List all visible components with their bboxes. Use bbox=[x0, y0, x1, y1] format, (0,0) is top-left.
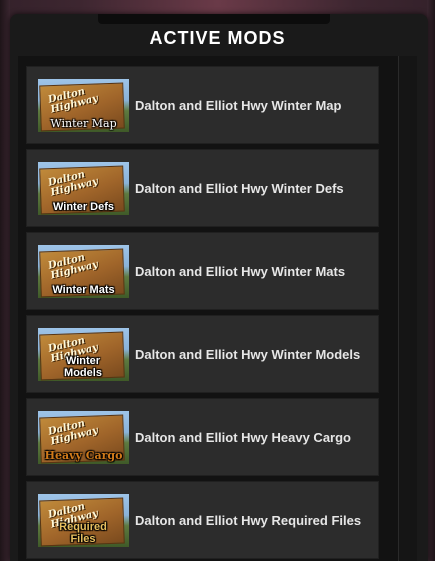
panel-top-tab bbox=[98, 14, 330, 24]
mod-name: Dalton and Elliot Hwy Winter Models bbox=[135, 347, 361, 362]
mod-name: Dalton and Elliot Hwy Heavy Cargo bbox=[135, 430, 351, 445]
thumbnail-caption: Winter Defs bbox=[52, 201, 115, 213]
mod-thumbnail: Dalton Highway Required Files bbox=[38, 494, 129, 547]
mod-name: Dalton and Elliot Hwy Winter Mats bbox=[135, 264, 346, 279]
mod-item[interactable]: Dalton Highway Heavy Cargo Dalton and El… bbox=[26, 398, 379, 476]
sign-text: Dalton Highway bbox=[47, 418, 100, 448]
mod-item[interactable]: Dalton Highway Winter Mats Dalton and El… bbox=[26, 232, 379, 310]
mod-item[interactable]: Dalton Highway Winter Map Dalton and Ell… bbox=[26, 66, 379, 144]
mod-item[interactable]: Dalton Highway Required Files Dalton and… bbox=[26, 481, 379, 559]
panel-title: ACTIVE MODS bbox=[149, 28, 286, 48]
mod-item[interactable]: Dalton Highway Winter Defs Dalton and El… bbox=[26, 149, 379, 227]
mod-name: Dalton and Elliot Hwy Required Files bbox=[135, 513, 362, 528]
thumbnail-caption: Winter Models bbox=[64, 355, 102, 379]
background-right-edge bbox=[427, 0, 435, 561]
sign-text: Dalton Highway bbox=[47, 169, 100, 199]
mods-list[interactable]: Dalton Highway Winter Map Dalton and Ell… bbox=[18, 56, 398, 561]
mod-item[interactable]: Dalton Highway Winter Models Dalton and … bbox=[26, 315, 379, 393]
mod-thumbnail: Dalton Highway Winter Defs bbox=[38, 162, 129, 215]
mod-thumbnail: Dalton Highway Winter Map bbox=[38, 79, 129, 132]
mod-name: Dalton and Elliot Hwy Winter Defs bbox=[135, 181, 344, 196]
background-left-edge bbox=[0, 0, 10, 561]
mod-thumbnail: Dalton Highway Heavy Cargo bbox=[38, 411, 129, 464]
mod-thumbnail: Dalton Highway Winter Mats bbox=[38, 245, 129, 298]
thumbnail-caption: Winter Map bbox=[50, 117, 117, 130]
scrollbar[interactable] bbox=[398, 56, 417, 561]
mod-thumbnail: Dalton Highway Winter Models bbox=[38, 328, 129, 381]
thumbnail-caption: Heavy Cargo bbox=[44, 449, 123, 462]
thumbnail-caption: Winter Mats bbox=[52, 284, 115, 296]
sign-text: Dalton Highway bbox=[47, 252, 100, 282]
sign-text: Dalton Highway bbox=[47, 86, 100, 116]
mod-name: Dalton and Elliot Hwy Winter Map bbox=[135, 98, 342, 113]
thumbnail-caption: Required Files bbox=[59, 521, 107, 545]
